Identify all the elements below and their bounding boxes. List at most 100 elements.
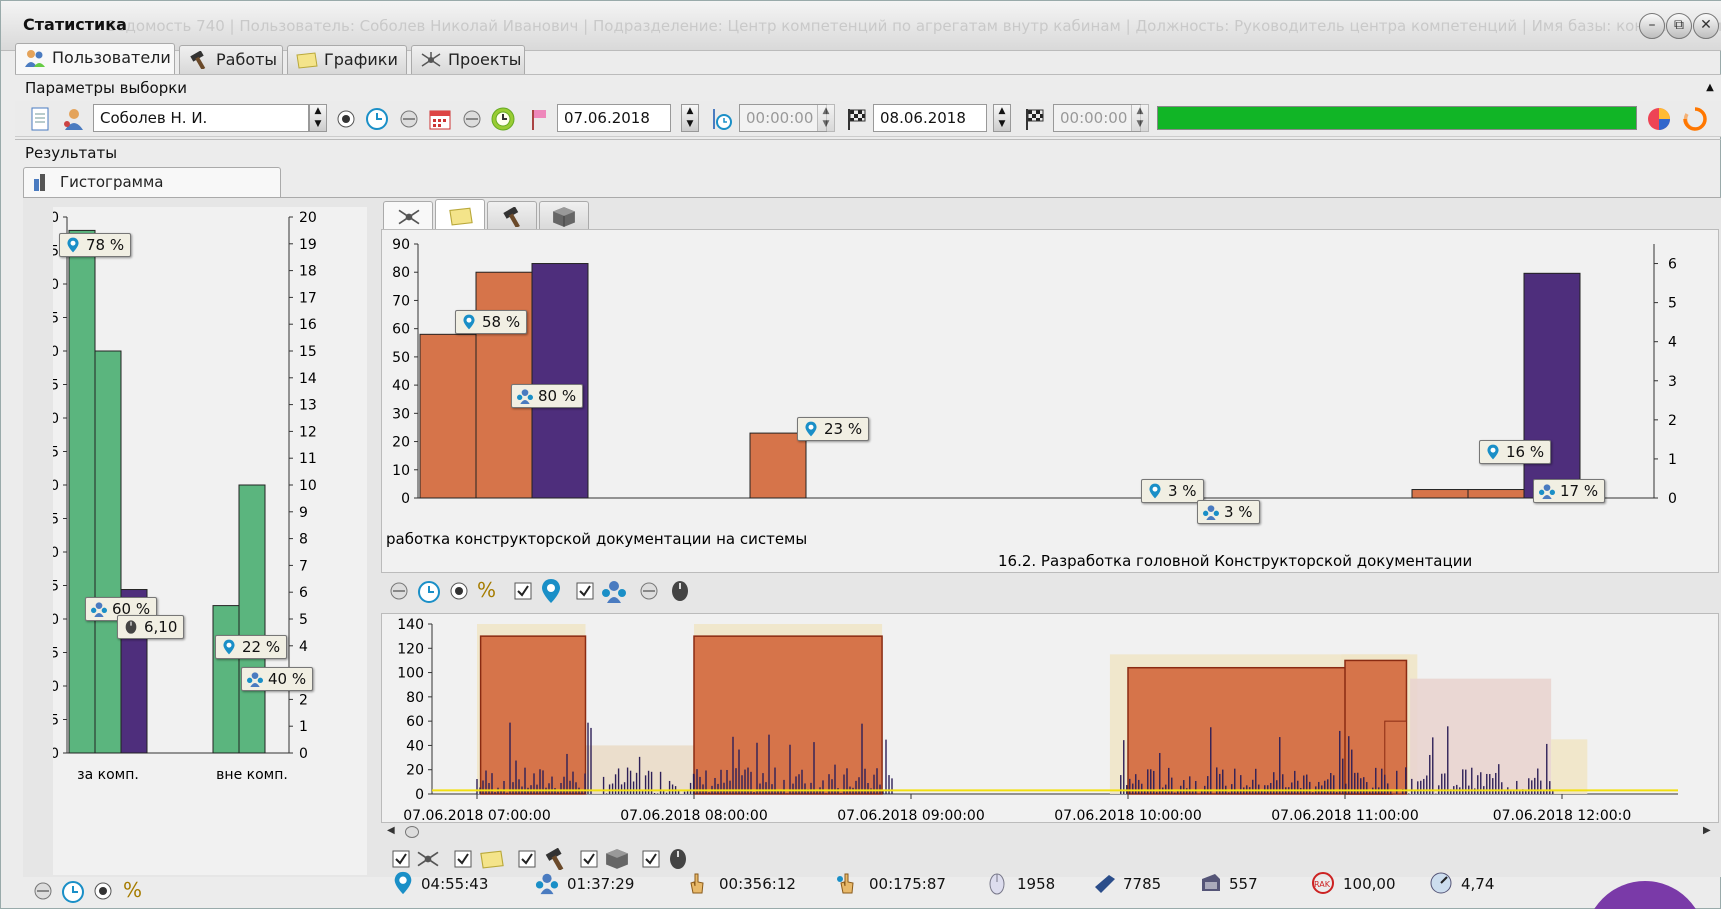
status-window-switches: 557 <box>1229 875 1258 893</box>
tab-works[interactable]: Работы <box>179 45 283 74</box>
clock-icon[interactable] <box>365 107 389 131</box>
mouse-label-icon <box>125 620 137 634</box>
checkbox-icon-2[interactable] <box>575 581 595 601</box>
left-histogram-panel: 0510152025303540455055606570758001234567… <box>53 207 367 875</box>
checkbox-charts[interactable] <box>453 849 473 869</box>
refresh-icon[interactable] <box>1681 105 1709 133</box>
document-icon[interactable] <box>27 106 53 132</box>
left-histogram-chart: 0510152025303540455055606570758001234567… <box>53 210 317 783</box>
right-tick-label: 14 <box>299 371 317 387</box>
date-to-spinner[interactable]: ▲ ▼ <box>993 104 1011 132</box>
date-from-spinner[interactable]: ▲ ▼ <box>681 104 699 132</box>
date-from-field[interactable]: 07.06.2018 <box>557 104 671 132</box>
status-active-time: 00:356:12 <box>719 875 796 893</box>
pin-label-icon <box>67 237 79 253</box>
team-label-icon-3 <box>517 389 533 404</box>
pie-chart-icon[interactable] <box>1645 105 1673 133</box>
percent-icon-2[interactable]: % <box>123 878 142 902</box>
restore-button[interactable]: ⧉ <box>1666 13 1692 39</box>
tab-charts[interactable]: Графики <box>287 45 407 74</box>
user-field-dropdown[interactable]: ▲ ▼ <box>309 104 327 132</box>
collapse-params-icon[interactable]: ▲ <box>1701 79 1719 95</box>
left-tick-label: 50 <box>392 350 410 366</box>
checkbox-icon[interactable] <box>513 581 533 601</box>
minus-radio-icon[interactable] <box>389 581 409 601</box>
users-icon <box>25 50 45 67</box>
right-tick-label: 2 <box>299 692 308 708</box>
close-button[interactable]: ✕ <box>1693 13 1719 39</box>
network-icon-3 <box>417 851 439 867</box>
chart-tab-charts[interactable] <box>435 199 485 231</box>
label-3-percent-b: 3 % <box>1197 500 1260 524</box>
tab-intensity-histogram[interactable]: Гистограмма интенсивности <box>23 167 281 219</box>
tab-users[interactable]: Пользователи <box>15 43 175 74</box>
minimize-button[interactable]: – <box>1639 13 1665 39</box>
mouse-icon[interactable] <box>669 579 691 603</box>
histogram-icon <box>34 174 45 191</box>
checkbox-mouse[interactable] <box>641 849 661 869</box>
team-label-icon <box>91 602 107 617</box>
start-flag-icon[interactable] <box>527 106 551 132</box>
finish-flag-icon[interactable] <box>843 106 869 132</box>
radio-selected-icon[interactable] <box>335 108 357 130</box>
left-tick-label: 20 <box>392 435 410 451</box>
note-icon-2 <box>449 207 473 226</box>
right-tick-label: 13 <box>299 398 317 414</box>
tab-projects[interactable]: Проекты <box>411 45 525 74</box>
user-field[interactable]: Соболев Н. И. <box>93 104 309 132</box>
chart-tab-packages[interactable] <box>539 201 589 231</box>
left-tick-label: 30 <box>53 545 59 561</box>
left-tick-label: 10 <box>53 679 59 695</box>
checkbox-projects[interactable] <box>391 849 411 869</box>
histogram-bar <box>94 350 122 754</box>
right-tick-label: 1 <box>299 719 308 735</box>
radio-empty-icon[interactable] <box>398 108 420 130</box>
finish-flag-time-icon[interactable] <box>1021 106 1047 132</box>
right-tick-label: 0 <box>1668 491 1677 507</box>
pin-label-icon-6 <box>1487 444 1499 460</box>
package-icon <box>553 207 575 227</box>
date-to-field[interactable]: 08.06.2018 <box>873 104 987 132</box>
radio-empty-icon-2[interactable] <box>461 108 483 130</box>
window-ghost-text: Ведомость 740 | Пользователь: Соболев Ни… <box>106 17 1721 35</box>
scroll-thumb[interactable] <box>405 826 419 838</box>
right-tick-label: 5 <box>299 612 308 628</box>
minus-radio-icon-3[interactable] <box>33 881 53 901</box>
timeline-scrollbar[interactable]: ◀ ▶ <box>385 825 1719 839</box>
scroll-left-icon[interactable]: ◀ <box>387 825 395 836</box>
right-tick-label: 2 <box>1668 413 1677 429</box>
clock-icon-3[interactable] <box>61 880 85 904</box>
minus-radio-icon-2[interactable] <box>639 581 659 601</box>
time-from-field[interactable]: 00:00:00 <box>739 104 827 132</box>
team-icon[interactable] <box>601 579 627 603</box>
left-tick-label: 25 <box>53 579 59 595</box>
percent-icon[interactable]: % <box>477 578 496 602</box>
left-tick-label: 45 <box>53 445 59 461</box>
radio-selected-icon-3[interactable] <box>93 881 113 901</box>
time-from-spinner[interactable]: ▲ ▼ <box>817 104 835 132</box>
progress-fill <box>1158 107 1636 129</box>
chart-tab-works[interactable] <box>487 201 537 231</box>
clock-icon-2[interactable] <box>417 580 441 604</box>
radio-selected-icon-2[interactable] <box>449 581 469 601</box>
time-to-spinner[interactable]: ▲ ▼ <box>1131 104 1149 132</box>
checkbox-works[interactable] <box>517 849 537 869</box>
checkbox-packages[interactable] <box>579 849 599 869</box>
right-tick-label: 16 <box>299 317 317 333</box>
left-tick-label: 20 <box>53 612 59 628</box>
user-select-icon[interactable] <box>61 106 87 132</box>
mouse-click-icon <box>989 873 1005 895</box>
calendar-icon[interactable] <box>427 106 453 132</box>
location-pin-icon[interactable] <box>539 578 563 604</box>
left-tick-label: 30 <box>392 406 410 422</box>
bar <box>419 333 477 499</box>
left-tick-label: 50 <box>53 411 59 427</box>
chart-tab-projects[interactable] <box>383 201 433 231</box>
scroll-right-icon[interactable]: ▶ <box>1703 825 1711 836</box>
timer-icon[interactable] <box>490 106 516 132</box>
right-tick-label: 17 <box>299 290 317 306</box>
timeline-x-tick-label: 07.06.2018 11:00:00 <box>1271 808 1419 824</box>
time-from-icon[interactable] <box>709 106 733 132</box>
time-to-field[interactable]: 00:00:00 <box>1053 104 1141 132</box>
right-tick-label: 20 <box>299 210 317 226</box>
